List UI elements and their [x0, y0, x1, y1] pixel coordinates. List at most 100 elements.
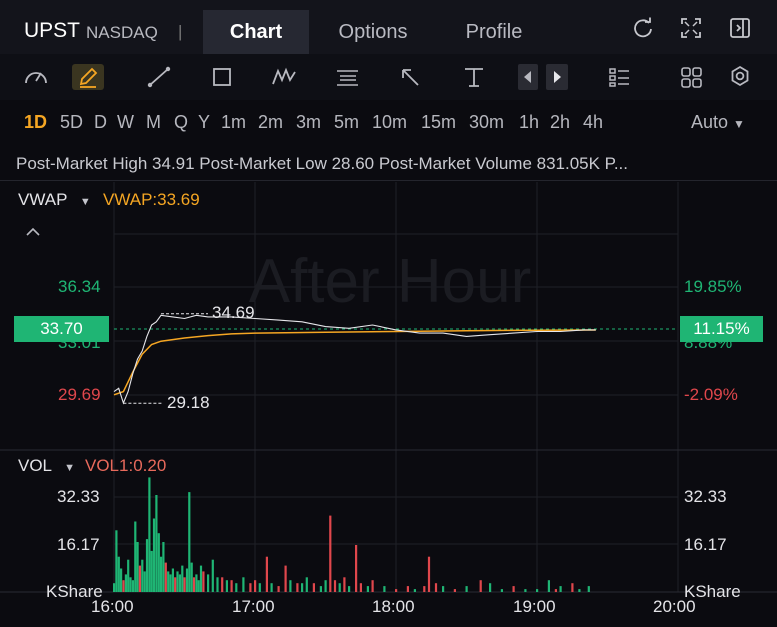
x-tick-1800: 18:00	[372, 597, 415, 616]
volume-bar-8	[131, 580, 134, 592]
volume-bar-18	[155, 495, 158, 592]
volume-bar-66	[355, 545, 358, 592]
volume-bar-83	[512, 586, 515, 592]
vwap-line	[113, 329, 596, 396]
volume-bar-70	[383, 586, 386, 592]
volume-bar-25	[171, 568, 174, 592]
volume-bar-11	[138, 565, 141, 592]
volume-bars	[113, 477, 590, 592]
volume-bar-73	[413, 589, 416, 592]
price-line	[113, 314, 596, 405]
volume-bar-63	[338, 583, 341, 592]
right-tick-high: 19.85%	[684, 277, 742, 296]
volume-bar-71	[395, 589, 398, 592]
volume-bar-53	[284, 565, 287, 592]
volume-bar-40	[211, 559, 214, 592]
volume-bar-54	[289, 580, 292, 592]
volume-bar-51	[270, 583, 273, 592]
vol-left-tick-mid: 16.17	[57, 535, 100, 554]
volume-bar-32	[188, 492, 191, 592]
volume-bar-56	[301, 583, 304, 592]
high-marker-label: 34.69	[212, 303, 255, 322]
volume-bar-90	[578, 589, 581, 592]
volume-bar-86	[547, 580, 550, 592]
volume-bar-69	[371, 580, 374, 592]
volume-bar-61	[329, 515, 332, 592]
x-tick-1700: 17:00	[232, 597, 275, 616]
volume-bar-58	[312, 583, 315, 592]
volume-bar-2	[117, 556, 120, 592]
low-marker-label: 29.18	[167, 393, 210, 412]
volume-bar-49	[258, 583, 261, 592]
left-tick-low: 29.69	[58, 385, 101, 404]
vol-right-tick-mid: 16.17	[684, 535, 727, 554]
volume-bar-50	[265, 556, 268, 592]
vwap-dropdown-icon[interactable]: ▼	[80, 196, 91, 208]
volume-bar-44	[230, 580, 233, 592]
volume-bar-67	[359, 583, 362, 592]
volume-bar-12	[141, 559, 144, 592]
volume-bar-59	[319, 586, 322, 592]
volume-bar-34	[192, 577, 196, 592]
volume-bar-19	[157, 533, 160, 592]
vwap-indicator-label[interactable]: VWAP ▼	[18, 190, 91, 210]
volume-bar-82	[500, 589, 503, 592]
vol-value: VOL1:0.20	[85, 456, 167, 475]
hi-lo-markers	[123, 313, 208, 404]
volume-bar-43	[225, 580, 228, 592]
vol-right-tick-high: 32.33	[684, 487, 727, 506]
vol-name: VOL	[18, 456, 52, 475]
volume-bar-20	[160, 556, 163, 592]
volume-bar-87	[554, 589, 557, 592]
volume-bar-3	[120, 568, 123, 592]
volume-bar-45	[235, 583, 238, 592]
volume-bar-24	[169, 574, 172, 592]
volume-bar-27	[176, 571, 179, 592]
volume-bar-39	[207, 574, 210, 592]
vol-left-tick-high: 32.33	[57, 487, 100, 506]
volume-bar-65	[348, 586, 351, 592]
right-tick-low: -2.09%	[684, 385, 738, 404]
volume-bar-15	[148, 477, 151, 592]
volume-bar-55	[296, 583, 299, 592]
volume-bar-4	[122, 580, 125, 592]
volume-bar-26	[174, 577, 177, 592]
volume-bar-47	[249, 583, 252, 592]
volume-bar-5	[124, 574, 127, 592]
vwap-value: VWAP:33.69	[103, 190, 200, 209]
x-tick-1900: 19:00	[513, 597, 556, 616]
volume-bar-62	[333, 580, 337, 592]
volume-bar-17	[152, 518, 156, 592]
volume-bar-35	[195, 574, 198, 592]
volume-bar-81	[489, 583, 492, 592]
volume-bar-7	[129, 577, 132, 592]
volume-bar-42	[221, 577, 224, 592]
volume-bar-36	[197, 580, 200, 592]
left-tick-high: 36.34	[58, 277, 101, 296]
volume-bar-57	[305, 577, 308, 592]
volume-bar-21	[162, 542, 165, 592]
vol-indicator-label[interactable]: VOL ▼	[18, 456, 75, 476]
volume-bar-16	[150, 550, 153, 592]
volume-bar-22	[164, 562, 167, 592]
volume-bar-74	[423, 586, 426, 592]
chart-canvas[interactable]: After Hour	[0, 0, 777, 627]
vwap-name: VWAP	[18, 190, 68, 209]
volume-bar-38	[202, 571, 205, 592]
volume-bar-76	[434, 583, 438, 592]
volume-bar-84	[524, 589, 527, 592]
volume-bar-0	[113, 583, 116, 592]
volume-bar-10	[136, 542, 139, 592]
volume-bar-91	[587, 586, 590, 592]
vol-dropdown-icon[interactable]: ▼	[64, 462, 75, 474]
volume-bar-72	[406, 586, 409, 592]
current-price-badge: 33.70	[14, 316, 109, 342]
x-tick-2000: 20:00	[653, 597, 696, 616]
volume-bar-13	[143, 571, 146, 592]
volume-bar-30	[183, 577, 186, 592]
collapse-chevron-icon[interactable]	[25, 226, 41, 238]
volume-bar-46	[242, 577, 245, 592]
volume-bar-14	[145, 539, 149, 592]
volume-bar-85	[536, 589, 539, 592]
current-pct-badge: 11.15%	[680, 316, 763, 342]
